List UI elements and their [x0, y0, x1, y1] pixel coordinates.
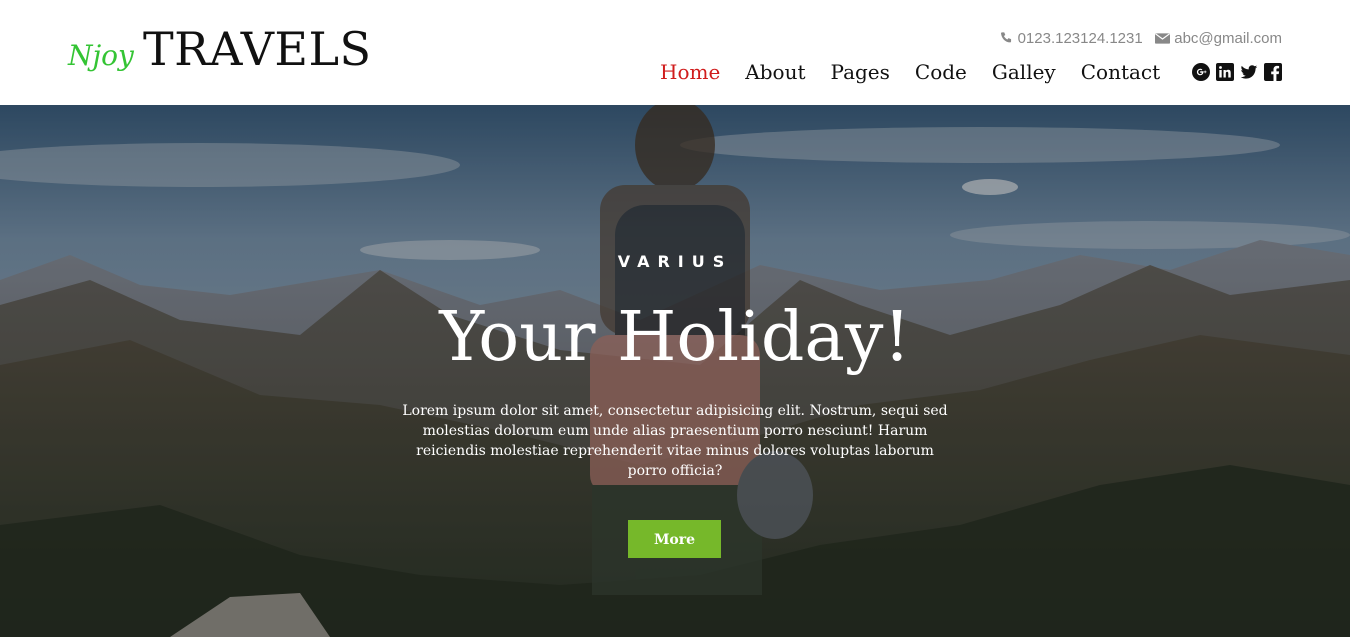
main-nav: Home About Pages Code Galley Contact — [660, 60, 1160, 84]
hero-banner: VARIUS Your Holiday! Lorem ipsum dolor s… — [0, 105, 1350, 637]
phone-number[interactable]: 0123.123124.1231 — [1018, 30, 1143, 47]
nav-item-about[interactable]: About — [745, 60, 805, 84]
nav-item-galley[interactable]: Galley — [992, 60, 1056, 84]
contact-info: 0123.123124.1231 abc@gmail.com — [999, 30, 1282, 47]
hero-tagline: VARIUS — [617, 252, 733, 271]
hero-headline: Your Holiday! — [439, 298, 911, 377]
nav-item-contact[interactable]: Contact — [1081, 60, 1160, 84]
nav-item-home[interactable]: Home — [660, 60, 720, 84]
linkedin-icon[interactable] — [1216, 63, 1234, 81]
logo-main: TRAVELS — [142, 22, 372, 76]
social-links — [1192, 63, 1282, 81]
logo-prefix: Njoy — [68, 39, 134, 72]
hero-description: Lorem ipsum dolor sit amet, consectetur … — [402, 403, 948, 479]
hero-content: VARIUS Your Holiday! Lorem ipsum dolor s… — [0, 105, 1350, 637]
site-logo[interactable]: Njoy TRAVELS — [68, 22, 372, 76]
phone-icon — [999, 30, 1017, 47]
nav-item-pages[interactable]: Pages — [831, 60, 890, 84]
google-plus-icon[interactable] — [1192, 63, 1210, 81]
site-header: Njoy TRAVELS 0123.123124.1231 abc@gmail.… — [0, 0, 1350, 105]
envelope-icon — [1155, 30, 1174, 47]
facebook-icon[interactable] — [1264, 63, 1282, 81]
nav-item-code[interactable]: Code — [915, 60, 967, 84]
email-address[interactable]: abc@gmail.com — [1174, 30, 1282, 47]
twitter-icon[interactable] — [1240, 63, 1258, 81]
more-button[interactable]: More — [628, 520, 721, 558]
